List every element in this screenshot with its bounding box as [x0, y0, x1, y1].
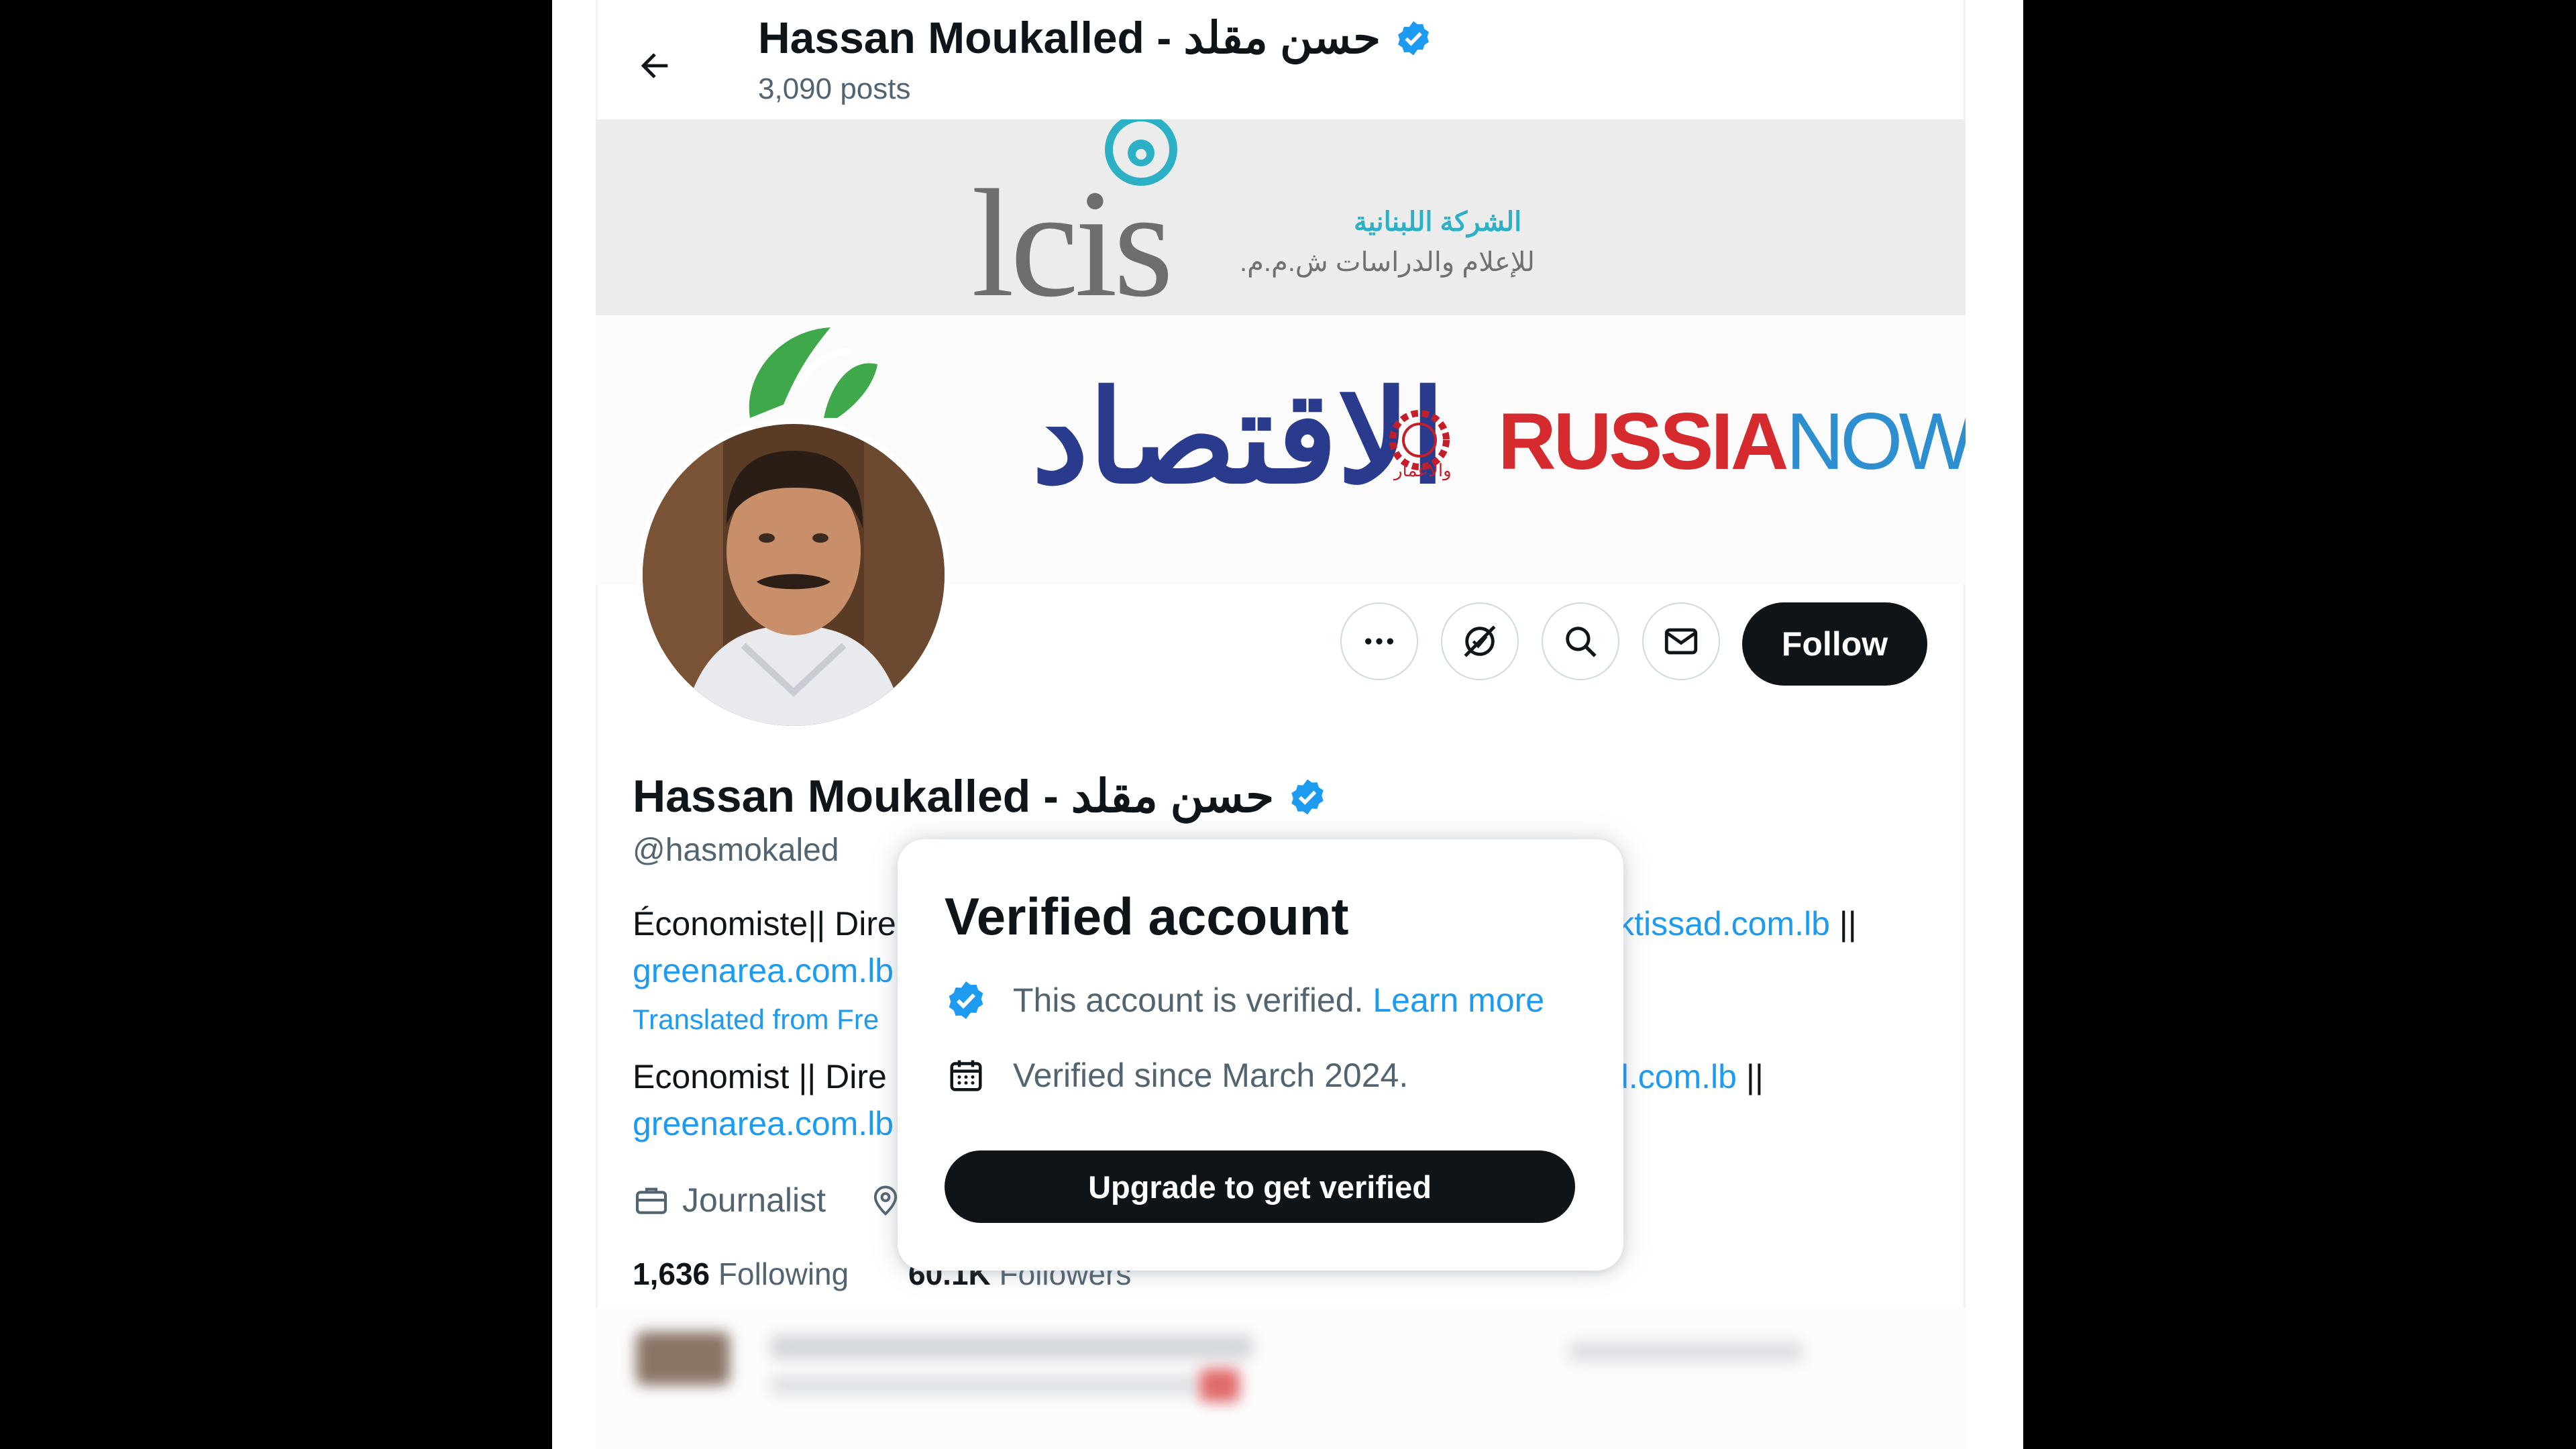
- verified-hovercard: Verified account This account is verifie…: [898, 839, 1623, 1271]
- bio-translated-separator: ||: [1746, 1058, 1764, 1095]
- russia-logo-part2: NOW: [1786, 396, 1966, 486]
- message-button[interactable]: [1642, 602, 1720, 680]
- russia-now-logo: RUSSIANOW: [1498, 401, 1966, 482]
- bio-translated-link[interactable]: d.com.lb: [1610, 1058, 1737, 1095]
- avatar[interactable]: [637, 419, 950, 731]
- bio-link-iktissad[interactable]: iktissad.com.lb: [1610, 905, 1830, 943]
- bio-original-start: Économiste|| Dire: [633, 905, 896, 943]
- search-posts-button[interactable]: [1542, 602, 1619, 680]
- bio-original-end: iktissad.com.lb ||: [1610, 904, 1857, 943]
- verified-badge-icon[interactable]: [1287, 777, 1328, 817]
- hovercard-since-text: Verified since March 2024.: [1013, 1057, 1409, 1094]
- profile-name: Hassan Moukalled - حسن مقلد: [633, 770, 1328, 823]
- upgrade-verified-button[interactable]: Upgrade to get verified: [945, 1150, 1575, 1223]
- subscribe-icon: [1464, 625, 1496, 657]
- verified-badge-icon: [1398, 21, 1429, 55]
- lcis-arabic-line1: الشركة اللبنانية: [1354, 207, 1522, 237]
- lcis-logo-text: lcis: [971, 158, 1173, 329]
- header-title: Hassan Moukalled - حسن مقلد: [758, 12, 1433, 64]
- lcis-banner-strip: [596, 119, 1966, 315]
- bio-translated-start: Economist || Dire: [633, 1058, 887, 1095]
- profile-name-text: Hassan Moukalled - حسن مقلد: [633, 771, 1275, 822]
- following-label: Following: [718, 1256, 849, 1291]
- bio-link-greenarea[interactable]: greenarea.com.lb: [633, 951, 894, 990]
- hovercard-since-row: Verified since March 2024.: [945, 1054, 1408, 1097]
- hovercard-verified-text: This account is verified.: [1013, 981, 1364, 1019]
- following-count: 1,636: [633, 1256, 710, 1291]
- iqtissad-logo-text: الاقتصاد: [1032, 367, 1446, 509]
- search-icon: [1566, 627, 1597, 657]
- back-arrow-icon: [641, 53, 668, 78]
- profile-handle: @hasmokaled: [633, 833, 839, 868]
- header-title-text: Hassan Moukalled - حسن مقلد: [758, 13, 1381, 62]
- back-button[interactable]: [621, 32, 688, 99]
- briefcase-icon: [635, 1187, 667, 1214]
- iqtissad-sub-text: والاعمار: [1394, 460, 1452, 480]
- more-icon: [1365, 638, 1393, 645]
- job-text: Journalist: [682, 1181, 826, 1219]
- bio-separator: ||: [1839, 905, 1857, 943]
- hovercard-title: Verified account: [945, 887, 1349, 946]
- russia-logo-part1: RUSSIA: [1498, 396, 1788, 486]
- following-stat[interactable]: 1,636 Following: [633, 1256, 849, 1292]
- posts-count: 3,090 posts: [758, 72, 911, 105]
- verified-badge-icon: [949, 981, 983, 1019]
- bio-translated-end: d.com.lb ||: [1610, 1057, 1764, 1096]
- profile-job: Journalist: [633, 1181, 826, 1220]
- translated-from-label[interactable]: Translated from Fre: [633, 1004, 879, 1036]
- calendar-icon: [950, 1060, 982, 1091]
- blurred-post-preview: [596, 1308, 1966, 1449]
- mail-icon: [1664, 628, 1698, 655]
- lcis-arabic-line2: للإعلام والدراسات ش.م.م.: [1240, 248, 1535, 277]
- avatar-photo: [643, 424, 945, 726]
- more-button[interactable]: [1340, 602, 1418, 680]
- green-leaf-logo: [749, 327, 877, 418]
- bio-translated-greenarea[interactable]: greenarea.com.lb: [633, 1104, 894, 1143]
- follow-button[interactable]: Follow: [1742, 602, 1927, 686]
- learn-more-link[interactable]: Learn more: [1373, 981, 1544, 1020]
- hovercard-verified-row: This account is verified. Learn more: [945, 979, 1544, 1022]
- subscribe-button[interactable]: [1441, 602, 1519, 680]
